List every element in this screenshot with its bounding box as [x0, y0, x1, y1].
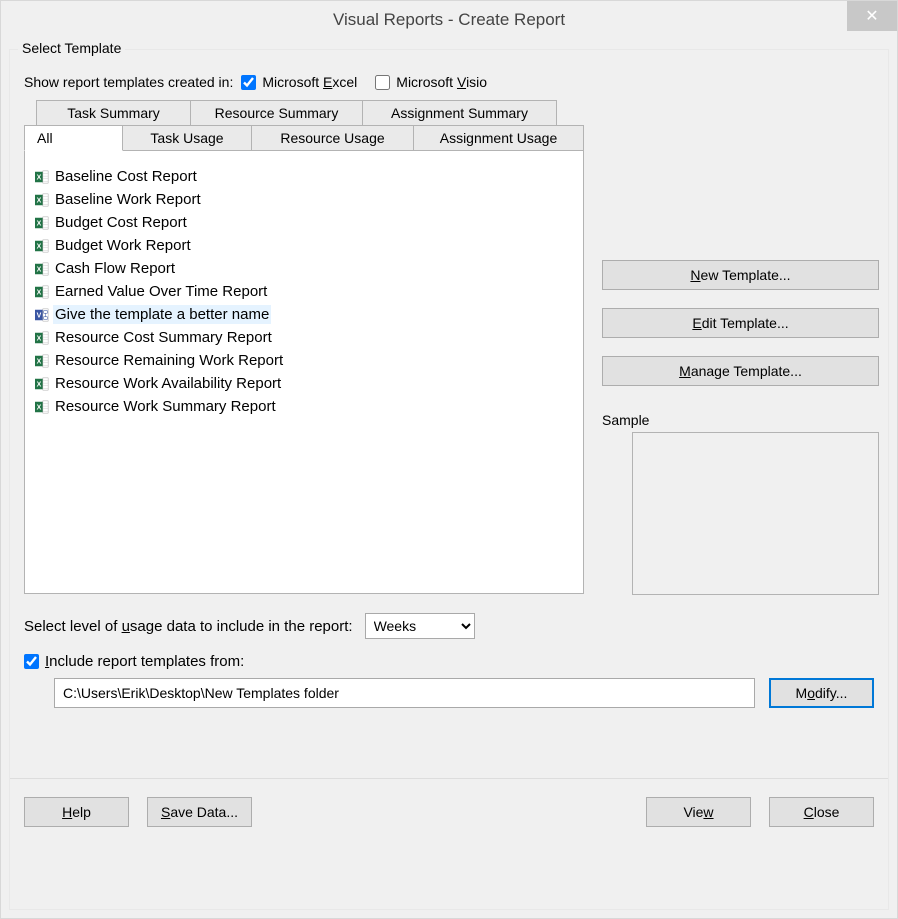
tab-resource-summary[interactable]: Resource Summary	[190, 100, 363, 126]
list-item[interactable]: X Budget Work Report	[35, 234, 573, 257]
svg-text:X: X	[37, 289, 42, 296]
tab-assignment-usage[interactable]: Assignment Usage	[413, 125, 584, 151]
excel-icon: X	[35, 400, 49, 414]
tab-row-1: Task Summary Resource Summary Assignment…	[36, 100, 584, 126]
filter-label: Show report templates created in:	[24, 74, 233, 90]
list-item-label: Resource Work Availability Report	[53, 374, 283, 393]
close-button[interactable]: Close	[769, 797, 874, 827]
content-area: Select Template Show report templates cr…	[9, 49, 889, 910]
excel-icon: X	[35, 331, 49, 345]
path-row: Modify...	[24, 678, 874, 708]
filter-row: Show report templates created in: Micros…	[24, 74, 874, 90]
new-template-button[interactable]: New Template...	[602, 260, 879, 290]
list-item[interactable]: X Cash Flow Report	[35, 257, 573, 280]
template-path-input[interactable]	[54, 678, 755, 708]
svg-text:X: X	[37, 243, 42, 250]
list-item-label: Resource Cost Summary Report	[53, 328, 274, 347]
edit-template-button[interactable]: Edit Template...	[602, 308, 879, 338]
svg-text:X: X	[37, 381, 42, 388]
list-item[interactable]: X Budget Cost Report	[35, 211, 573, 234]
group-label: Select Template	[18, 40, 125, 56]
excel-checkbox[interactable]	[241, 75, 256, 90]
usage-row: Select level of usage data to include in…	[24, 613, 874, 639]
excel-label: Microsoft Excel	[262, 74, 357, 90]
left-column: Task Summary Resource Summary Assignment…	[24, 100, 584, 595]
svg-text:X: X	[37, 197, 42, 204]
help-button[interactable]: Help	[24, 797, 129, 827]
visio-checkbox-wrap[interactable]: Microsoft Visio	[375, 74, 487, 90]
manage-template-button[interactable]: Manage Template...	[602, 356, 879, 386]
close-icon: ✕	[865, 6, 878, 26]
list-item-label: Earned Value Over Time Report	[53, 282, 269, 301]
title-bar: Visual Reports - Create Report ✕	[1, 1, 897, 39]
excel-icon: X	[35, 216, 49, 230]
svg-text:X: X	[37, 335, 42, 342]
list-item-label: Give the template a better name	[53, 305, 271, 324]
svg-text:X: X	[37, 358, 42, 365]
main-area: Task Summary Resource Summary Assignment…	[24, 100, 874, 595]
modify-button[interactable]: Modify...	[769, 678, 874, 708]
visio-checkbox[interactable]	[375, 75, 390, 90]
visio-icon: V	[35, 308, 49, 322]
list-item-label: Baseline Cost Report	[53, 167, 199, 186]
list-item-label: Resource Remaining Work Report	[53, 351, 285, 370]
excel-icon: X	[35, 354, 49, 368]
list-item[interactable]: X Baseline Cost Report	[35, 165, 573, 188]
usage-level-select[interactable]: Weeks	[365, 613, 475, 639]
usage-label: Select level of usage data to include in…	[24, 618, 353, 635]
tab-row-2: All Task Usage Resource Usage Assignment…	[24, 125, 584, 151]
tab-task-summary[interactable]: Task Summary	[36, 100, 191, 126]
include-checkbox[interactable]	[24, 654, 39, 669]
list-item[interactable]: X Resource Work Summary Report	[35, 395, 573, 418]
sample-preview	[632, 432, 879, 595]
svg-text:X: X	[37, 404, 42, 411]
visio-label: Microsoft Visio	[396, 74, 487, 90]
excel-checkbox-wrap[interactable]: Microsoft Excel	[241, 74, 357, 90]
excel-icon: X	[35, 285, 49, 299]
tab-assignment-summary[interactable]: Assignment Summary	[362, 100, 557, 126]
template-list[interactable]: X Baseline Cost Report X Baseline Work Repo…	[24, 150, 584, 594]
list-item[interactable]: X Earned Value Over Time Report	[35, 280, 573, 303]
excel-icon: X	[35, 262, 49, 276]
list-item-label: Resource Work Summary Report	[53, 397, 278, 416]
list-item[interactable]: V Give the template a better name	[35, 303, 573, 326]
excel-icon: X	[35, 239, 49, 253]
right-column: New Template... Edit Template... Manage …	[602, 100, 879, 595]
list-item-label: Baseline Work Report	[53, 190, 203, 209]
list-item[interactable]: X Resource Cost Summary Report	[35, 326, 573, 349]
svg-text:V: V	[37, 312, 42, 319]
excel-icon: X	[35, 170, 49, 184]
list-item-label: Cash Flow Report	[53, 259, 177, 278]
dialog-window: Visual Reports - Create Report ✕ Select …	[0, 0, 898, 919]
svg-text:X: X	[37, 220, 42, 227]
list-item-label: Budget Work Report	[53, 236, 193, 255]
tab-resource-usage[interactable]: Resource Usage	[251, 125, 414, 151]
list-item[interactable]: X Resource Remaining Work Report	[35, 349, 573, 372]
tab-task-usage[interactable]: Task Usage	[122, 125, 252, 151]
view-button[interactable]: View	[646, 797, 751, 827]
footer: Help Save Data... View Close	[24, 779, 874, 843]
window-title: Visual Reports - Create Report	[333, 10, 565, 30]
sample-label: Sample	[602, 412, 879, 428]
excel-icon: X	[35, 193, 49, 207]
window-close-button[interactable]: ✕	[847, 1, 897, 31]
include-row: Include report templates from:	[24, 653, 874, 670]
svg-text:X: X	[37, 174, 42, 181]
svg-text:X: X	[37, 266, 42, 273]
excel-icon: X	[35, 377, 49, 391]
list-item[interactable]: X Resource Work Availability Report	[35, 372, 573, 395]
tab-strip: Task Summary Resource Summary Assignment…	[24, 100, 584, 151]
tab-all[interactable]: All	[24, 125, 123, 151]
include-label: Include report templates from:	[45, 653, 244, 670]
list-item[interactable]: X Baseline Work Report	[35, 188, 573, 211]
save-data-button[interactable]: Save Data...	[147, 797, 252, 827]
list-item-label: Budget Cost Report	[53, 213, 189, 232]
